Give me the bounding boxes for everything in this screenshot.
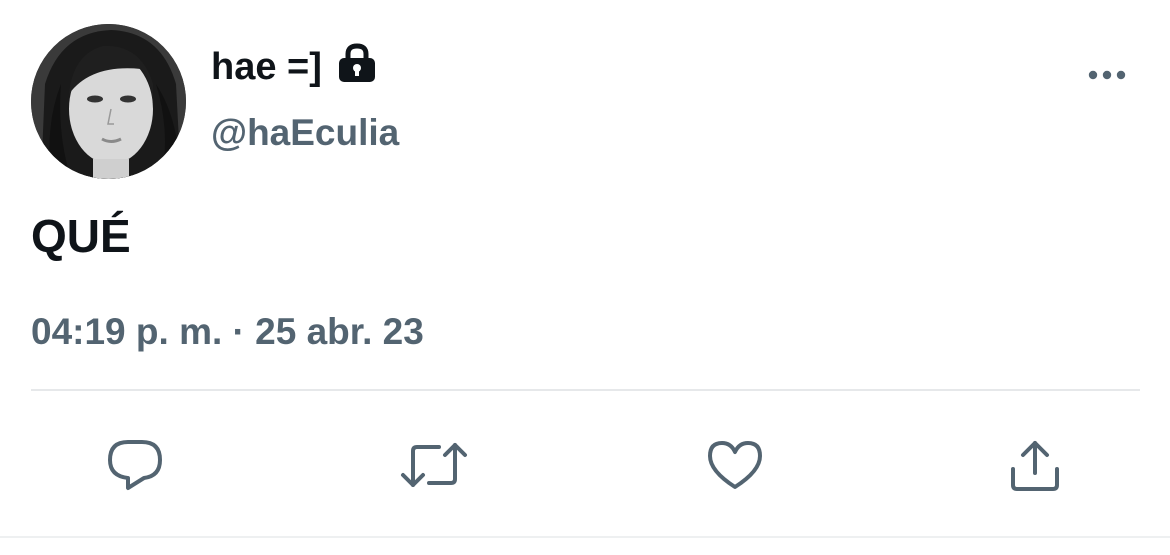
like-button[interactable]	[700, 430, 770, 500]
reply-icon	[108, 440, 162, 490]
tweet-text: QUÉ	[31, 210, 131, 262]
bottom-divider	[0, 536, 1170, 538]
reply-button[interactable]	[100, 430, 170, 500]
display-name-text: hae =]	[211, 46, 322, 88]
profile-avatar[interactable]	[31, 24, 186, 179]
retweet-icon	[401, 443, 467, 487]
heart-icon	[708, 441, 762, 489]
author-display-name[interactable]: hae =]	[211, 42, 378, 92]
share-icon	[1011, 441, 1059, 491]
more-options-button[interactable]	[1080, 58, 1134, 92]
tweet-timestamp[interactable]: 04:19 p. m. · 25 abr. 23	[31, 307, 424, 357]
retweet-button[interactable]	[399, 430, 469, 500]
share-button[interactable]	[1000, 430, 1070, 500]
lock-icon	[336, 42, 378, 84]
divider	[31, 389, 1140, 391]
more-horizontal-icon	[1088, 70, 1126, 80]
author-handle[interactable]: @haEculia	[211, 108, 399, 158]
